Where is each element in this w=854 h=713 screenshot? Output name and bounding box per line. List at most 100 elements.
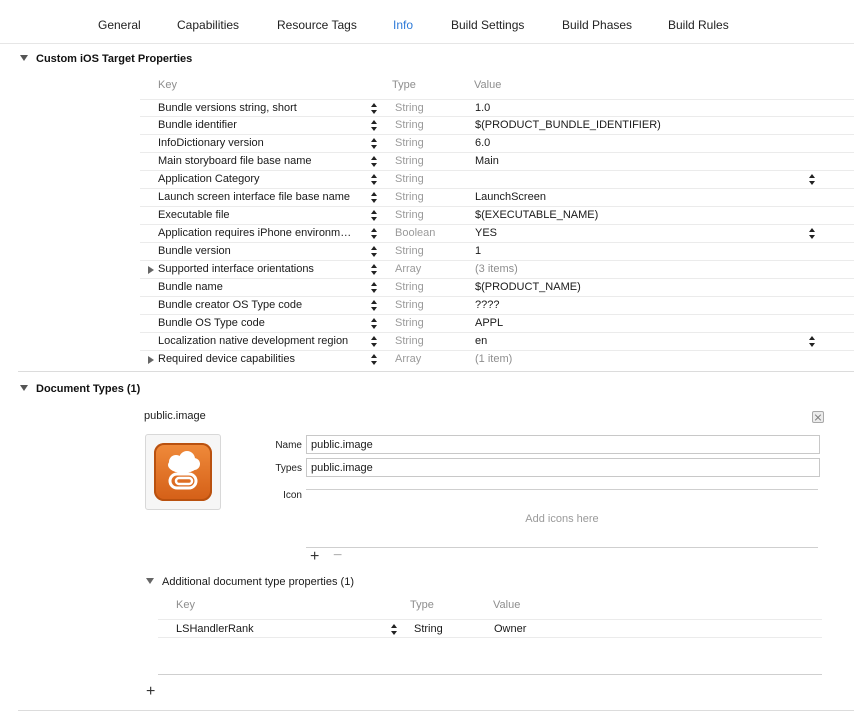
column-header-type[interactable]: Type (392, 79, 416, 91)
key-stepper-icon[interactable] (370, 334, 378, 350)
row-type[interactable]: String (395, 209, 424, 221)
key-stepper-icon[interactable] (370, 226, 378, 242)
row-key: Bundle version (158, 245, 231, 257)
table-row[interactable]: LSHandlerRank String Owner (158, 619, 822, 638)
row-value[interactable]: $(PRODUCT_NAME) (475, 281, 581, 293)
name-field[interactable] (306, 435, 820, 454)
remove-document-type-icon[interactable] (812, 411, 824, 423)
key-stepper-icon[interactable] (370, 172, 378, 188)
document-icon-well[interactable] (145, 434, 221, 510)
row-value[interactable]: Main (475, 155, 499, 167)
row-type[interactable]: String (395, 191, 424, 203)
disclosure-triangle-icon[interactable] (20, 55, 28, 62)
table-row[interactable]: InfoDictionary version String 6.0 (140, 135, 854, 153)
row-type[interactable]: String (395, 335, 424, 347)
row-value[interactable]: 6.0 (475, 137, 490, 149)
tab-build-rules[interactable]: Build Rules (668, 18, 729, 32)
table-row[interactable]: Executable file String $(EXECUTABLE_NAME… (140, 207, 854, 225)
row-type[interactable]: Array (395, 353, 421, 365)
table-row[interactable]: Application requires iPhone environm… Bo… (140, 225, 854, 243)
table-row[interactable]: Required device capabilities Array (1 it… (140, 351, 854, 369)
tab-general[interactable]: General (98, 18, 141, 32)
value-popup-stepper-icon[interactable] (808, 226, 816, 242)
table-row[interactable]: Bundle versions string, short String 1.0 (140, 99, 854, 117)
tab-resource-tags[interactable]: Resource Tags (277, 18, 357, 32)
expand-triangle-icon[interactable] (148, 356, 154, 364)
key-stepper-icon[interactable] (370, 298, 378, 314)
row-value[interactable]: 1.0 (475, 102, 490, 114)
row-value[interactable]: $(EXECUTABLE_NAME) (475, 209, 598, 221)
table-row[interactable]: Bundle identifier String $(PRODUCT_BUNDL… (140, 117, 854, 135)
key-stepper-icon[interactable] (370, 118, 378, 134)
column-header-value[interactable]: Value (474, 79, 501, 91)
row-value[interactable]: ???? (475, 299, 499, 311)
tab-build-phases[interactable]: Build Phases (562, 18, 632, 32)
column-header-key[interactable]: Key (176, 599, 195, 611)
key-stepper-icon[interactable] (370, 352, 378, 368)
row-type[interactable]: String (395, 155, 424, 167)
key-stepper-icon[interactable] (370, 208, 378, 224)
row-value[interactable]: $(PRODUCT_BUNDLE_IDENTIFIER) (475, 119, 661, 131)
table-row[interactable]: Main storyboard file base name String Ma… (140, 153, 854, 171)
add-icon-button[interactable]: + (310, 549, 319, 565)
table-row[interactable]: Bundle creator OS Type code String ???? (140, 297, 854, 315)
table-row[interactable]: Bundle name String $(PRODUCT_NAME) (140, 279, 854, 297)
row-type[interactable]: String (395, 281, 424, 293)
row-value[interactable]: YES (475, 227, 497, 239)
row-key-label: Required device capabilities (158, 353, 295, 365)
row-key: Main storyboard file base name (158, 155, 312, 167)
row-type[interactable]: String (395, 137, 424, 149)
row-key: Bundle name (158, 281, 223, 293)
types-label: Types (275, 463, 302, 474)
value-popup-stepper-icon[interactable] (808, 334, 816, 350)
table-row[interactable]: Launch screen interface file base name S… (140, 189, 854, 207)
add-document-type-button[interactable]: + (146, 684, 155, 700)
key-stepper-icon[interactable] (370, 154, 378, 170)
row-value[interactable]: en (475, 335, 487, 347)
additional-properties-header[interactable]: Additional document type properties (1) (146, 576, 354, 588)
tab-info[interactable]: Info (393, 18, 413, 32)
key-stepper-icon[interactable] (370, 244, 378, 260)
disclosure-triangle-icon[interactable] (20, 385, 28, 392)
row-type[interactable]: String (395, 119, 424, 131)
key-stepper-icon[interactable] (370, 136, 378, 152)
row-type[interactable]: String (414, 623, 443, 635)
row-value[interactable]: 1 (475, 245, 481, 257)
key-stepper-icon[interactable] (370, 280, 378, 296)
row-type[interactable]: String (395, 299, 424, 311)
icons-drop-area[interactable]: Add icons here (306, 513, 818, 525)
column-header-key[interactable]: Key (158, 79, 177, 91)
disclosure-triangle-icon[interactable] (146, 578, 154, 585)
key-stepper-icon[interactable] (370, 101, 378, 117)
row-value[interactable]: APPL (475, 317, 503, 329)
remove-icon-button[interactable]: − (333, 548, 342, 564)
key-stepper-icon[interactable] (370, 262, 378, 278)
tab-capabilities[interactable]: Capabilities (177, 18, 239, 32)
column-header-value[interactable]: Value (493, 599, 520, 611)
additional-properties-bottom-border (158, 674, 822, 675)
document-types-header[interactable]: Document Types (1) (20, 383, 140, 395)
row-value[interactable]: LaunchScreen (475, 191, 546, 203)
key-stepper-icon[interactable] (390, 622, 398, 638)
row-type[interactable]: Boolean (395, 227, 435, 239)
table-row[interactable]: Bundle version String 1 (140, 243, 854, 261)
row-type[interactable]: String (395, 102, 424, 114)
value-popup-stepper-icon[interactable] (808, 172, 816, 188)
row-type[interactable]: String (395, 173, 424, 185)
expand-triangle-icon[interactable] (148, 266, 154, 274)
tab-build-settings[interactable]: Build Settings (451, 18, 524, 32)
table-row[interactable]: Localization native development region S… (140, 333, 854, 351)
row-type[interactable]: Array (395, 263, 421, 275)
custom-properties-header[interactable]: Custom iOS Target Properties (20, 53, 192, 65)
row-type[interactable]: String (395, 245, 424, 257)
row-value[interactable]: Owner (494, 623, 526, 635)
row-key: Bundle creator OS Type code (158, 299, 303, 311)
key-stepper-icon[interactable] (370, 316, 378, 332)
key-stepper-icon[interactable] (370, 190, 378, 206)
table-row[interactable]: Supported interface orientations Array (… (140, 261, 854, 279)
types-field[interactable] (306, 458, 820, 477)
table-row[interactable]: Application Category String (140, 171, 854, 189)
table-row[interactable]: Bundle OS Type code String APPL (140, 315, 854, 333)
row-type[interactable]: String (395, 317, 424, 329)
column-header-type[interactable]: Type (410, 599, 434, 611)
